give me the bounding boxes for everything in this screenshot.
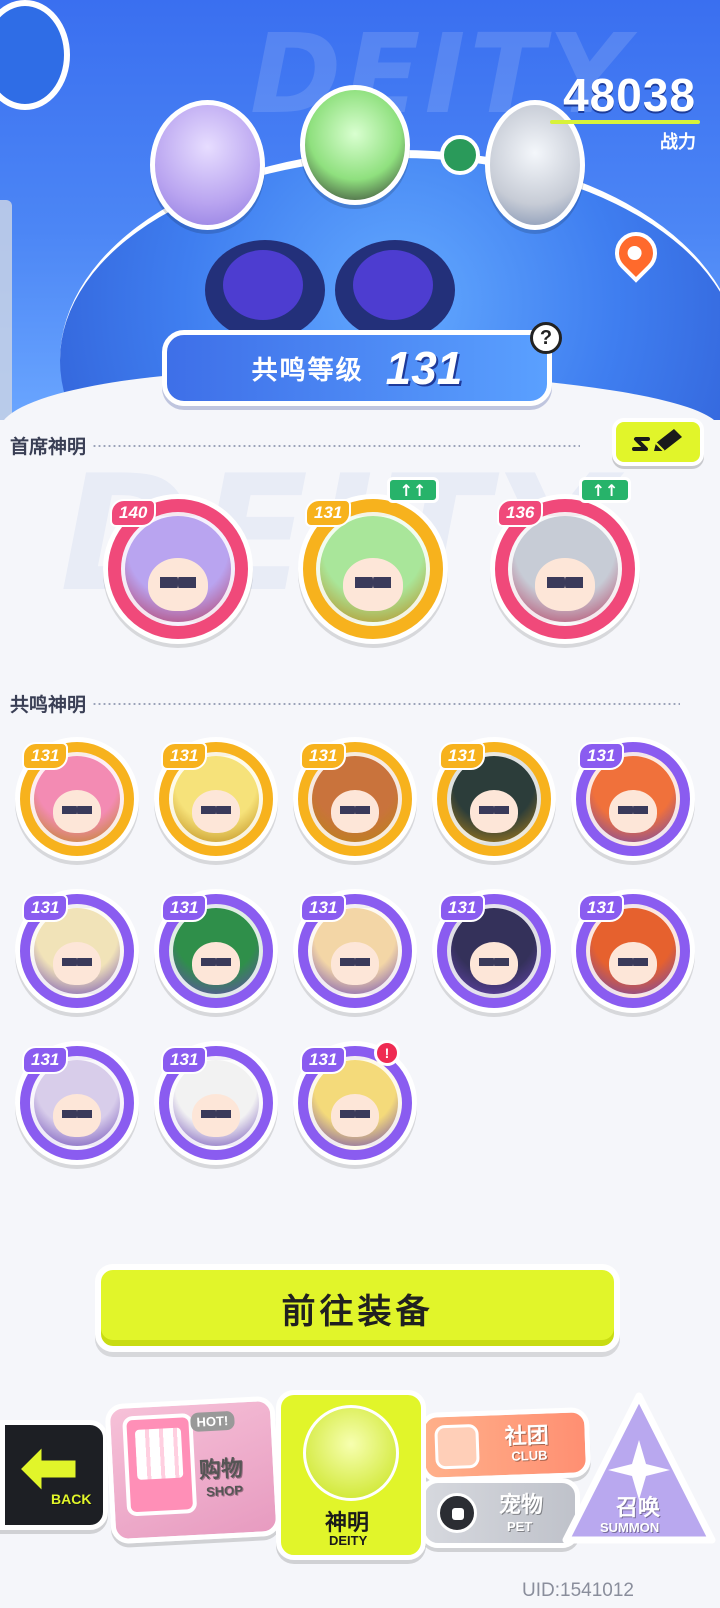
- summon-label: 召唤: [616, 1496, 661, 1521]
- dotted-divider: [92, 702, 680, 705]
- combat-power-label: 战力: [660, 132, 696, 153]
- summon-tab[interactable]: 召唤 SUMMON: [560, 1390, 718, 1550]
- resonance-deity-card[interactable]: 131: [432, 737, 556, 861]
- deity-level-badge: 131: [22, 894, 69, 922]
- staff-orb-icon: [440, 135, 480, 175]
- resonance-level-banner: 共鸣等级 131: [162, 330, 552, 406]
- shop-hot-badge: HOT!: [190, 1410, 235, 1433]
- lock-icon: [437, 1493, 477, 1533]
- deity-level-badge: 131: [439, 894, 486, 922]
- back-button[interactable]: BACK: [0, 1420, 108, 1530]
- shop-label: 购物: [198, 1456, 244, 1484]
- resonance-deity-card[interactable]: 131: [15, 889, 139, 1013]
- alert-icon: !: [374, 1040, 400, 1066]
- deity-level-badge: 136: [497, 499, 544, 527]
- pet-label-en: PET: [507, 1519, 533, 1534]
- club-label: 社团: [504, 1423, 550, 1450]
- club-bag-icon: [434, 1423, 480, 1470]
- deity-level-badge: 131: [305, 499, 352, 527]
- user-id: UID:1541012: [522, 1580, 634, 1601]
- deity-label-en: DEITY: [329, 1533, 368, 1548]
- planet-left-eye: [205, 240, 325, 340]
- deity-portrait: [121, 512, 235, 626]
- main-deity-card[interactable]: 140: [103, 494, 253, 644]
- resonance-deity-card[interactable]: 131: [15, 1041, 139, 1165]
- resonance-deity-card[interactable]: 131: [154, 889, 278, 1013]
- club-label-en: CLUB: [511, 1447, 548, 1464]
- dotted-divider: [92, 444, 580, 447]
- back-label: BACK: [51, 1491, 92, 1507]
- pet-label: 宠物: [499, 1493, 544, 1518]
- summon-label-en: SUMMON: [600, 1520, 660, 1535]
- resonance-level-label: 共鸣等级: [251, 355, 364, 386]
- back-arrow-icon: [16, 1441, 79, 1497]
- deity-level-badge: 131: [161, 894, 208, 922]
- deity-level-badge: 140: [110, 499, 157, 527]
- resonance-deities-header: 共鸣神明: [10, 690, 680, 717]
- planet-right-eye: [335, 240, 455, 340]
- deity-portrait: [508, 512, 622, 626]
- main-deities-title: 首席神明: [10, 436, 87, 458]
- shop-label-en: SHOP: [205, 1482, 244, 1500]
- deity-mascot-icon: [303, 1405, 399, 1501]
- deity-level-badge: 131: [161, 1046, 208, 1074]
- resonance-level-value: 131: [385, 342, 463, 394]
- go-to-equip-button[interactable]: 前往装备: [95, 1264, 620, 1352]
- combat-power-value: 48038: [563, 69, 696, 121]
- deity-level-badge: 131: [22, 1046, 69, 1074]
- deity-portrait: [316, 512, 430, 626]
- pencil-icon: [632, 429, 682, 452]
- vending-machine-icon: [122, 1412, 198, 1517]
- deity-level-badge: 131: [578, 742, 625, 770]
- main-deities-header: 首席神明: [10, 432, 680, 459]
- resonance-deities-title: 共鸣神明: [10, 694, 87, 716]
- side-drawer-handle[interactable]: [0, 200, 12, 420]
- resonance-deity-card[interactable]: 131: [432, 889, 556, 1013]
- resonance-deity-card[interactable]: 131: [293, 889, 417, 1013]
- deity-level-badge: 131: [578, 894, 625, 922]
- resonance-deity-card[interactable]: 131: [154, 737, 278, 861]
- deity-level-badge: 131: [300, 894, 347, 922]
- upgrade-available-icon: ↑↑: [387, 477, 439, 503]
- help-icon[interactable]: ?: [530, 322, 562, 354]
- deity-tab[interactable]: 神明 DEITY: [276, 1390, 426, 1560]
- hero-chibi-left[interactable]: [150, 100, 265, 230]
- deity-level-badge: 131: [22, 742, 69, 770]
- resonance-deity-card[interactable]: 131: [293, 737, 417, 861]
- deity-level-badge: 131: [161, 742, 208, 770]
- upgrade-available-icon: ↑↑: [579, 477, 631, 503]
- edit-main-deities-button[interactable]: [612, 418, 704, 466]
- shop-tab[interactable]: HOT! 购物 SHOP: [104, 1395, 282, 1545]
- resonance-deity-card[interactable]: 131!: [293, 1040, 417, 1165]
- hero-chibi-center[interactable]: [300, 85, 410, 205]
- main-deity-card[interactable]: 131 ↑↑: [298, 477, 448, 644]
- resonance-deity-card[interactable]: 131: [154, 1041, 278, 1165]
- resonance-deity-card[interactable]: 131: [571, 889, 695, 1013]
- deity-level-badge: 131: [439, 742, 486, 770]
- deity-level-badge: 131: [300, 742, 347, 770]
- resonance-deity-card[interactable]: 131: [15, 737, 139, 861]
- small-planet-icon: [0, 0, 70, 110]
- pet-tab[interactable]: 宠物 PET: [420, 1478, 580, 1548]
- deity-level-badge: 131: [300, 1046, 347, 1074]
- resonance-deity-card[interactable]: 131: [571, 737, 695, 861]
- combat-power-underline: [550, 120, 700, 124]
- main-deity-card[interactable]: 136 ↑↑: [490, 477, 640, 644]
